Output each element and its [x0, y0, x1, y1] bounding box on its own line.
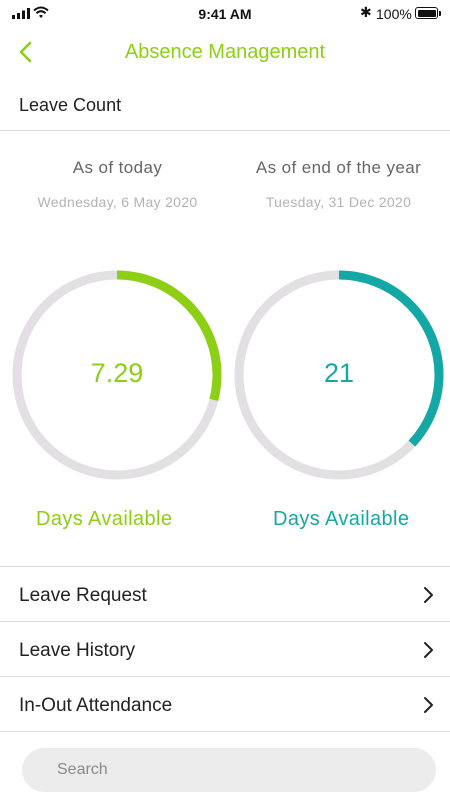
- today-heading: As of today: [72, 158, 163, 177]
- year-end-date: Tuesday, 31 Dec 2020: [265, 194, 412, 210]
- battery-icon: [415, 7, 438, 19]
- today-days-value: 7.29: [90, 358, 144, 388]
- menu-item-leave-request[interactable]: Leave Request: [0, 566, 450, 621]
- section-title: Leave Count: [19, 95, 122, 115]
- battery-nub: [439, 11, 441, 16]
- battery-percentage: 100%: [376, 6, 412, 22]
- year-end-days-available-label: Days Available: [273, 508, 410, 530]
- today-summary: As of today Wednesday, 6 May 2020: [5, 158, 230, 210]
- status-bar: 9:41 AM ✱ 100%: [0, 0, 450, 28]
- menu-item-label: Leave Request: [19, 585, 147, 606]
- menu-item-in-out-attendance[interactable]: In-Out Attendance: [0, 676, 450, 732]
- menu-item-leave-history[interactable]: Leave History: [0, 621, 450, 676]
- today-date: Wednesday, 6 May 2020: [37, 194, 198, 210]
- navigation-bar: Absence Management: [0, 30, 450, 76]
- search-input[interactable]: [22, 748, 436, 792]
- section-header: Leave Count: [0, 86, 450, 131]
- page-title: Absence Management: [124, 41, 326, 63]
- menu-list: Leave Request Leave History In-Out Atten…: [0, 566, 450, 732]
- chevron-right-icon: [424, 697, 433, 713]
- menu-item-label: In-Out Attendance: [19, 695, 173, 716]
- year-end-summary: As of end of the year Tuesday, 31 Dec 20…: [226, 158, 450, 210]
- chevron-right-icon: [424, 642, 433, 658]
- chevron-right-icon: [424, 587, 433, 603]
- today-gauge: 7.29: [12, 270, 222, 480]
- year-end-days-value: 21: [323, 358, 355, 388]
- bluetooth-icon: ✱: [360, 4, 372, 20]
- today-days-available-label: Days Available: [36, 508, 173, 530]
- year-end-heading: As of end of the year: [255, 158, 422, 177]
- menu-item-label: Leave History: [19, 640, 136, 661]
- year-end-gauge: 21: [234, 270, 444, 480]
